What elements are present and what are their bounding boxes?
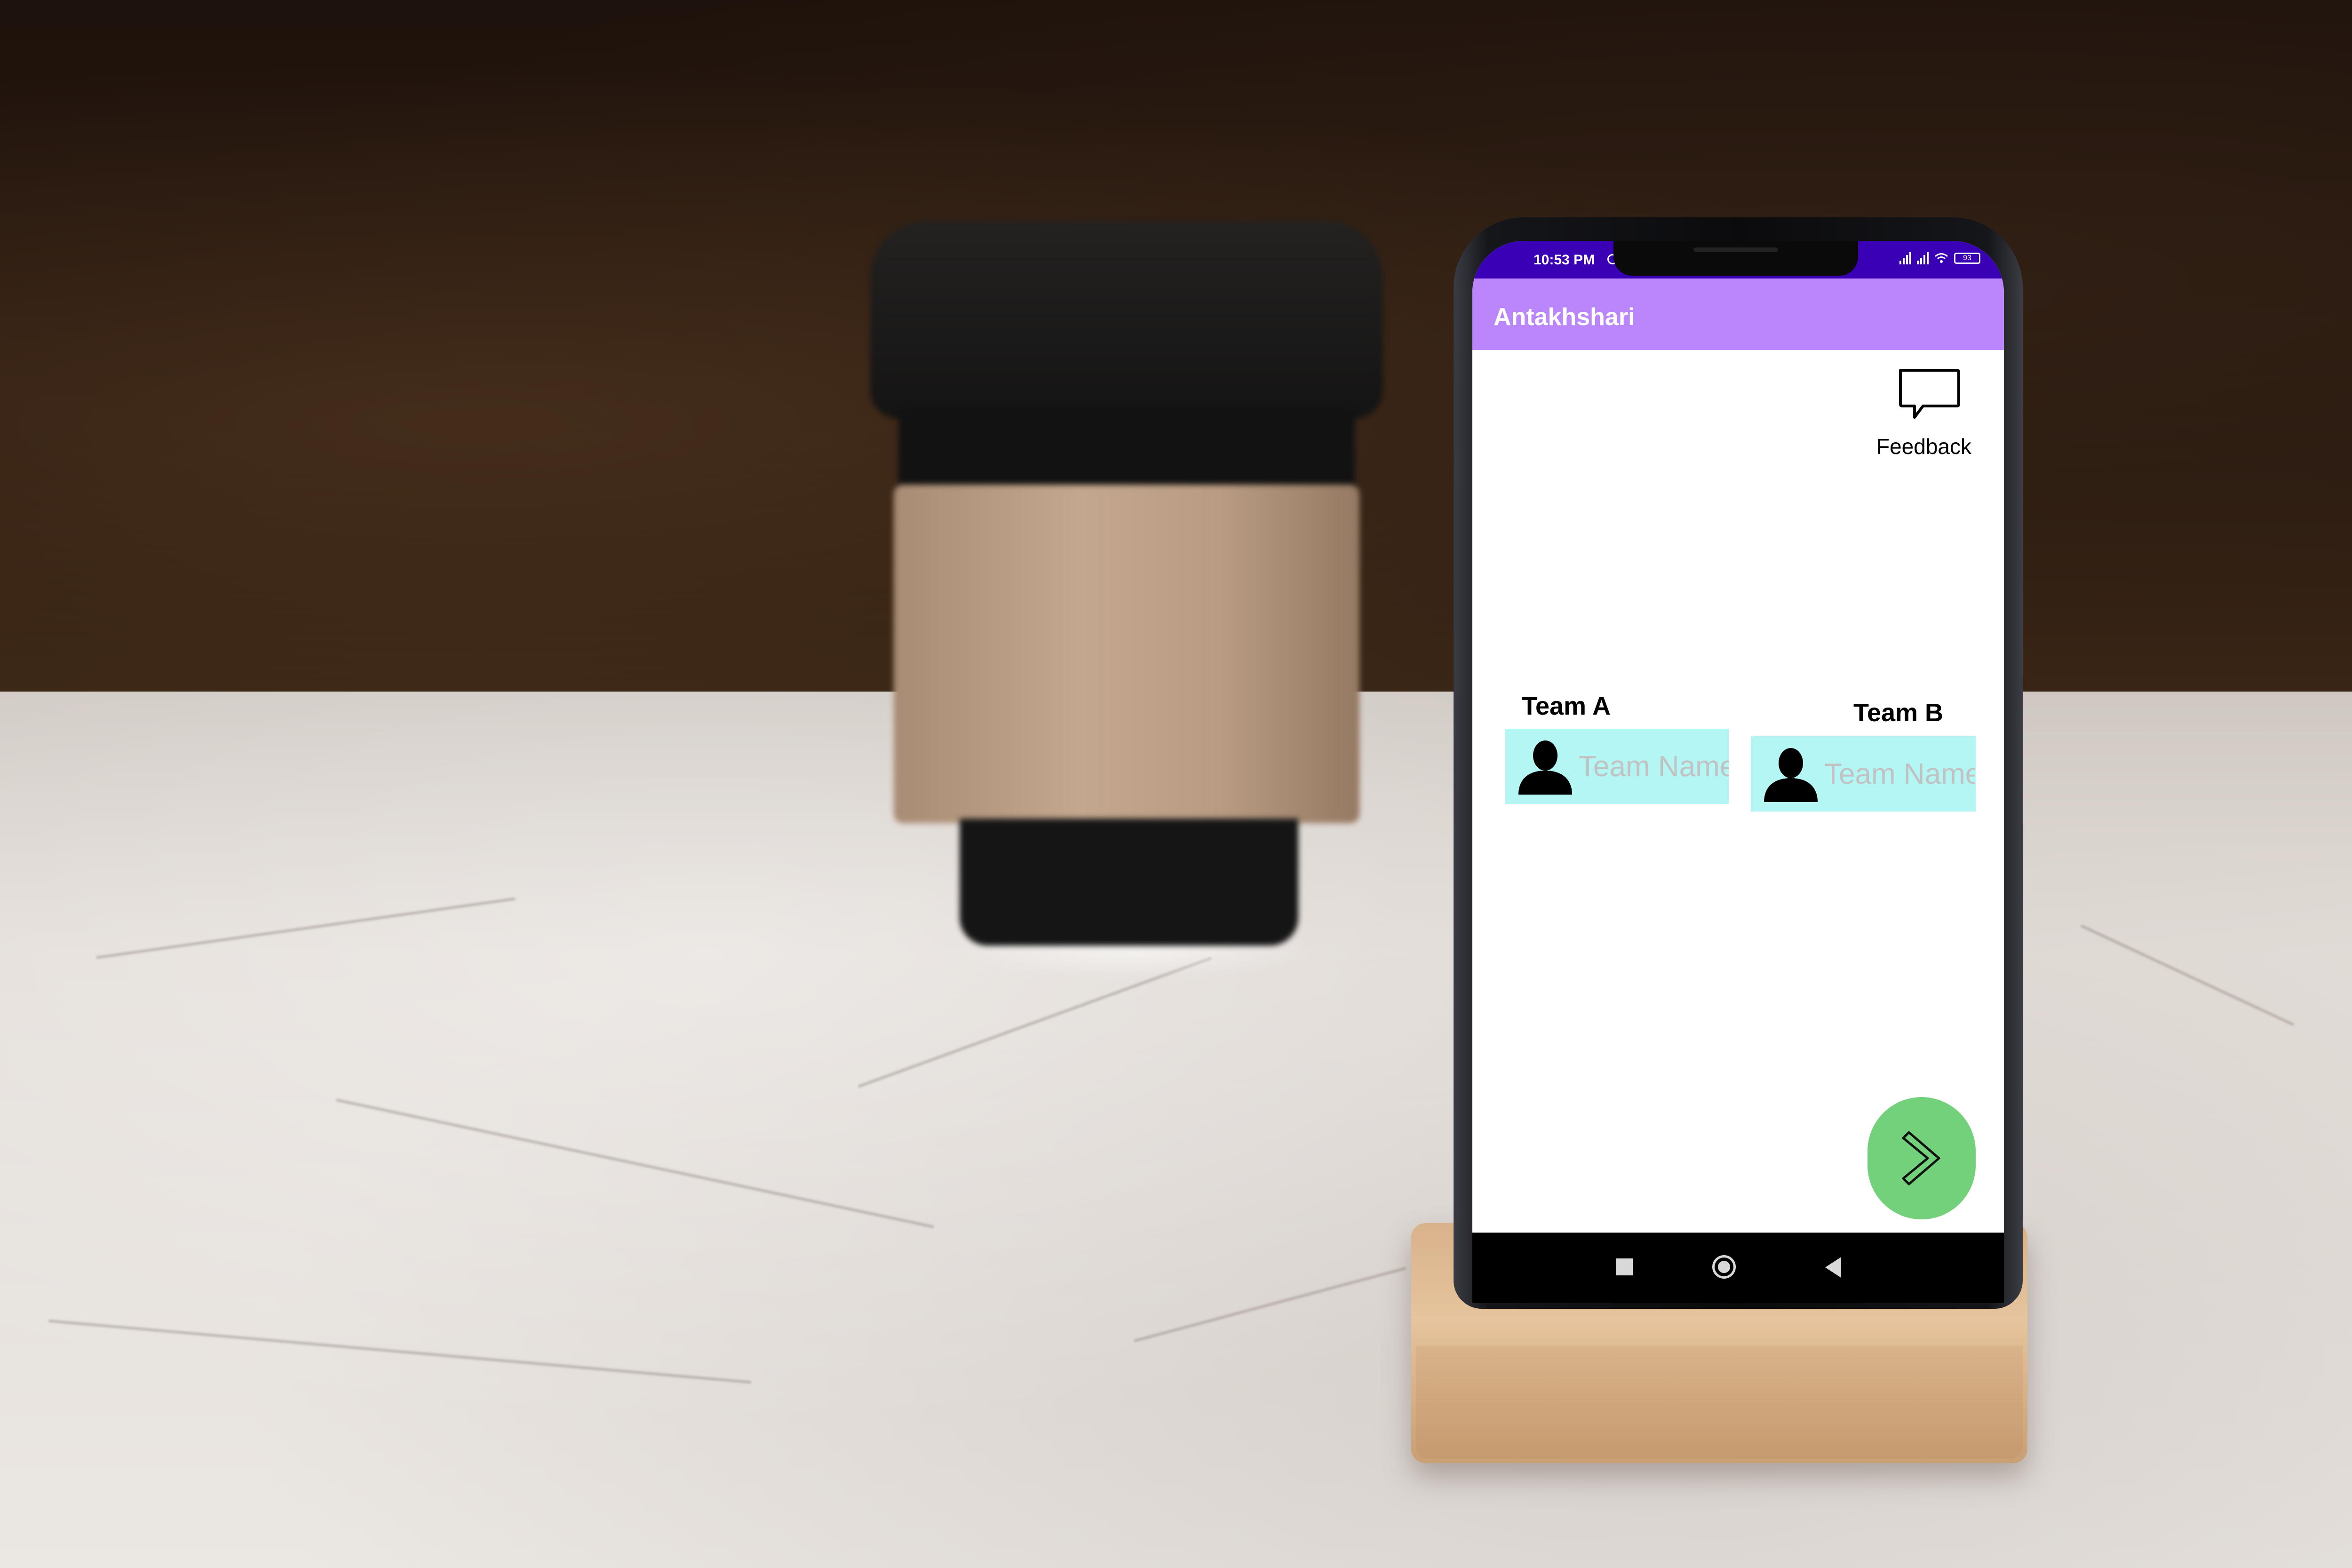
coffee-cup-body: [898, 409, 1355, 494]
app-title: Antakhshari: [1494, 303, 1635, 331]
team-a-field: [1505, 729, 1729, 804]
person-silhouette-icon: [1518, 740, 1572, 795]
team-b-label: Team B: [1853, 699, 1944, 727]
marble-vein: [48, 1319, 752, 1384]
marble-vein: [95, 897, 516, 959]
app-bar: Antakhshari: [1472, 279, 2004, 350]
camera-notch: [1613, 241, 1858, 276]
marble-vein: [2080, 924, 2295, 1027]
status-time: 10:53 PM: [1534, 252, 1595, 268]
status-icons: 93: [1899, 252, 1980, 264]
wifi-icon: [1935, 253, 1948, 263]
team-b-field: [1751, 736, 1976, 812]
next-button[interactable]: [1867, 1097, 1976, 1219]
chevron-right-icon: [1902, 1131, 1940, 1186]
signal-icon: [1917, 252, 1929, 264]
team-a-name-input[interactable]: [1579, 749, 1729, 783]
back-triangle-icon[interactable]: [1825, 1257, 1841, 1278]
team-b-name-input[interactable]: [1824, 757, 1975, 791]
wooden-phone-stand-front: [1416, 1345, 2023, 1458]
marble-vein: [335, 1098, 935, 1229]
earpiece-speaker: [1693, 247, 1778, 252]
coffee-cup-lid: [870, 221, 1383, 419]
phone-screen: 10:53 PM 93 Antakhshari Feedback Team A …: [1472, 241, 2004, 1252]
feedback-button[interactable]: Feedback: [1858, 366, 1990, 488]
team-a-label: Team A: [1522, 692, 1611, 720]
system-nav-bar: [1472, 1233, 2004, 1303]
home-circle-icon[interactable]: [1712, 1255, 1736, 1279]
status-bar: 10:53 PM 93: [1472, 241, 2004, 279]
person-silhouette-icon: [1764, 748, 1818, 802]
photo-scene: 10:53 PM 93 Antakhshari Feedback Team A …: [0, 0, 2352, 1568]
signal-icon: [1899, 252, 1911, 264]
coffee-cup-sleeve: [894, 485, 1359, 823]
feedback-label: Feedback: [1876, 434, 1971, 459]
battery-icon: 93: [1954, 253, 1980, 264]
recents-square-icon[interactable]: [1616, 1258, 1633, 1275]
chat-bubble-icon: [1899, 369, 1960, 419]
coffee-cup-base: [960, 819, 1298, 946]
marble-vein: [1133, 1266, 1407, 1343]
